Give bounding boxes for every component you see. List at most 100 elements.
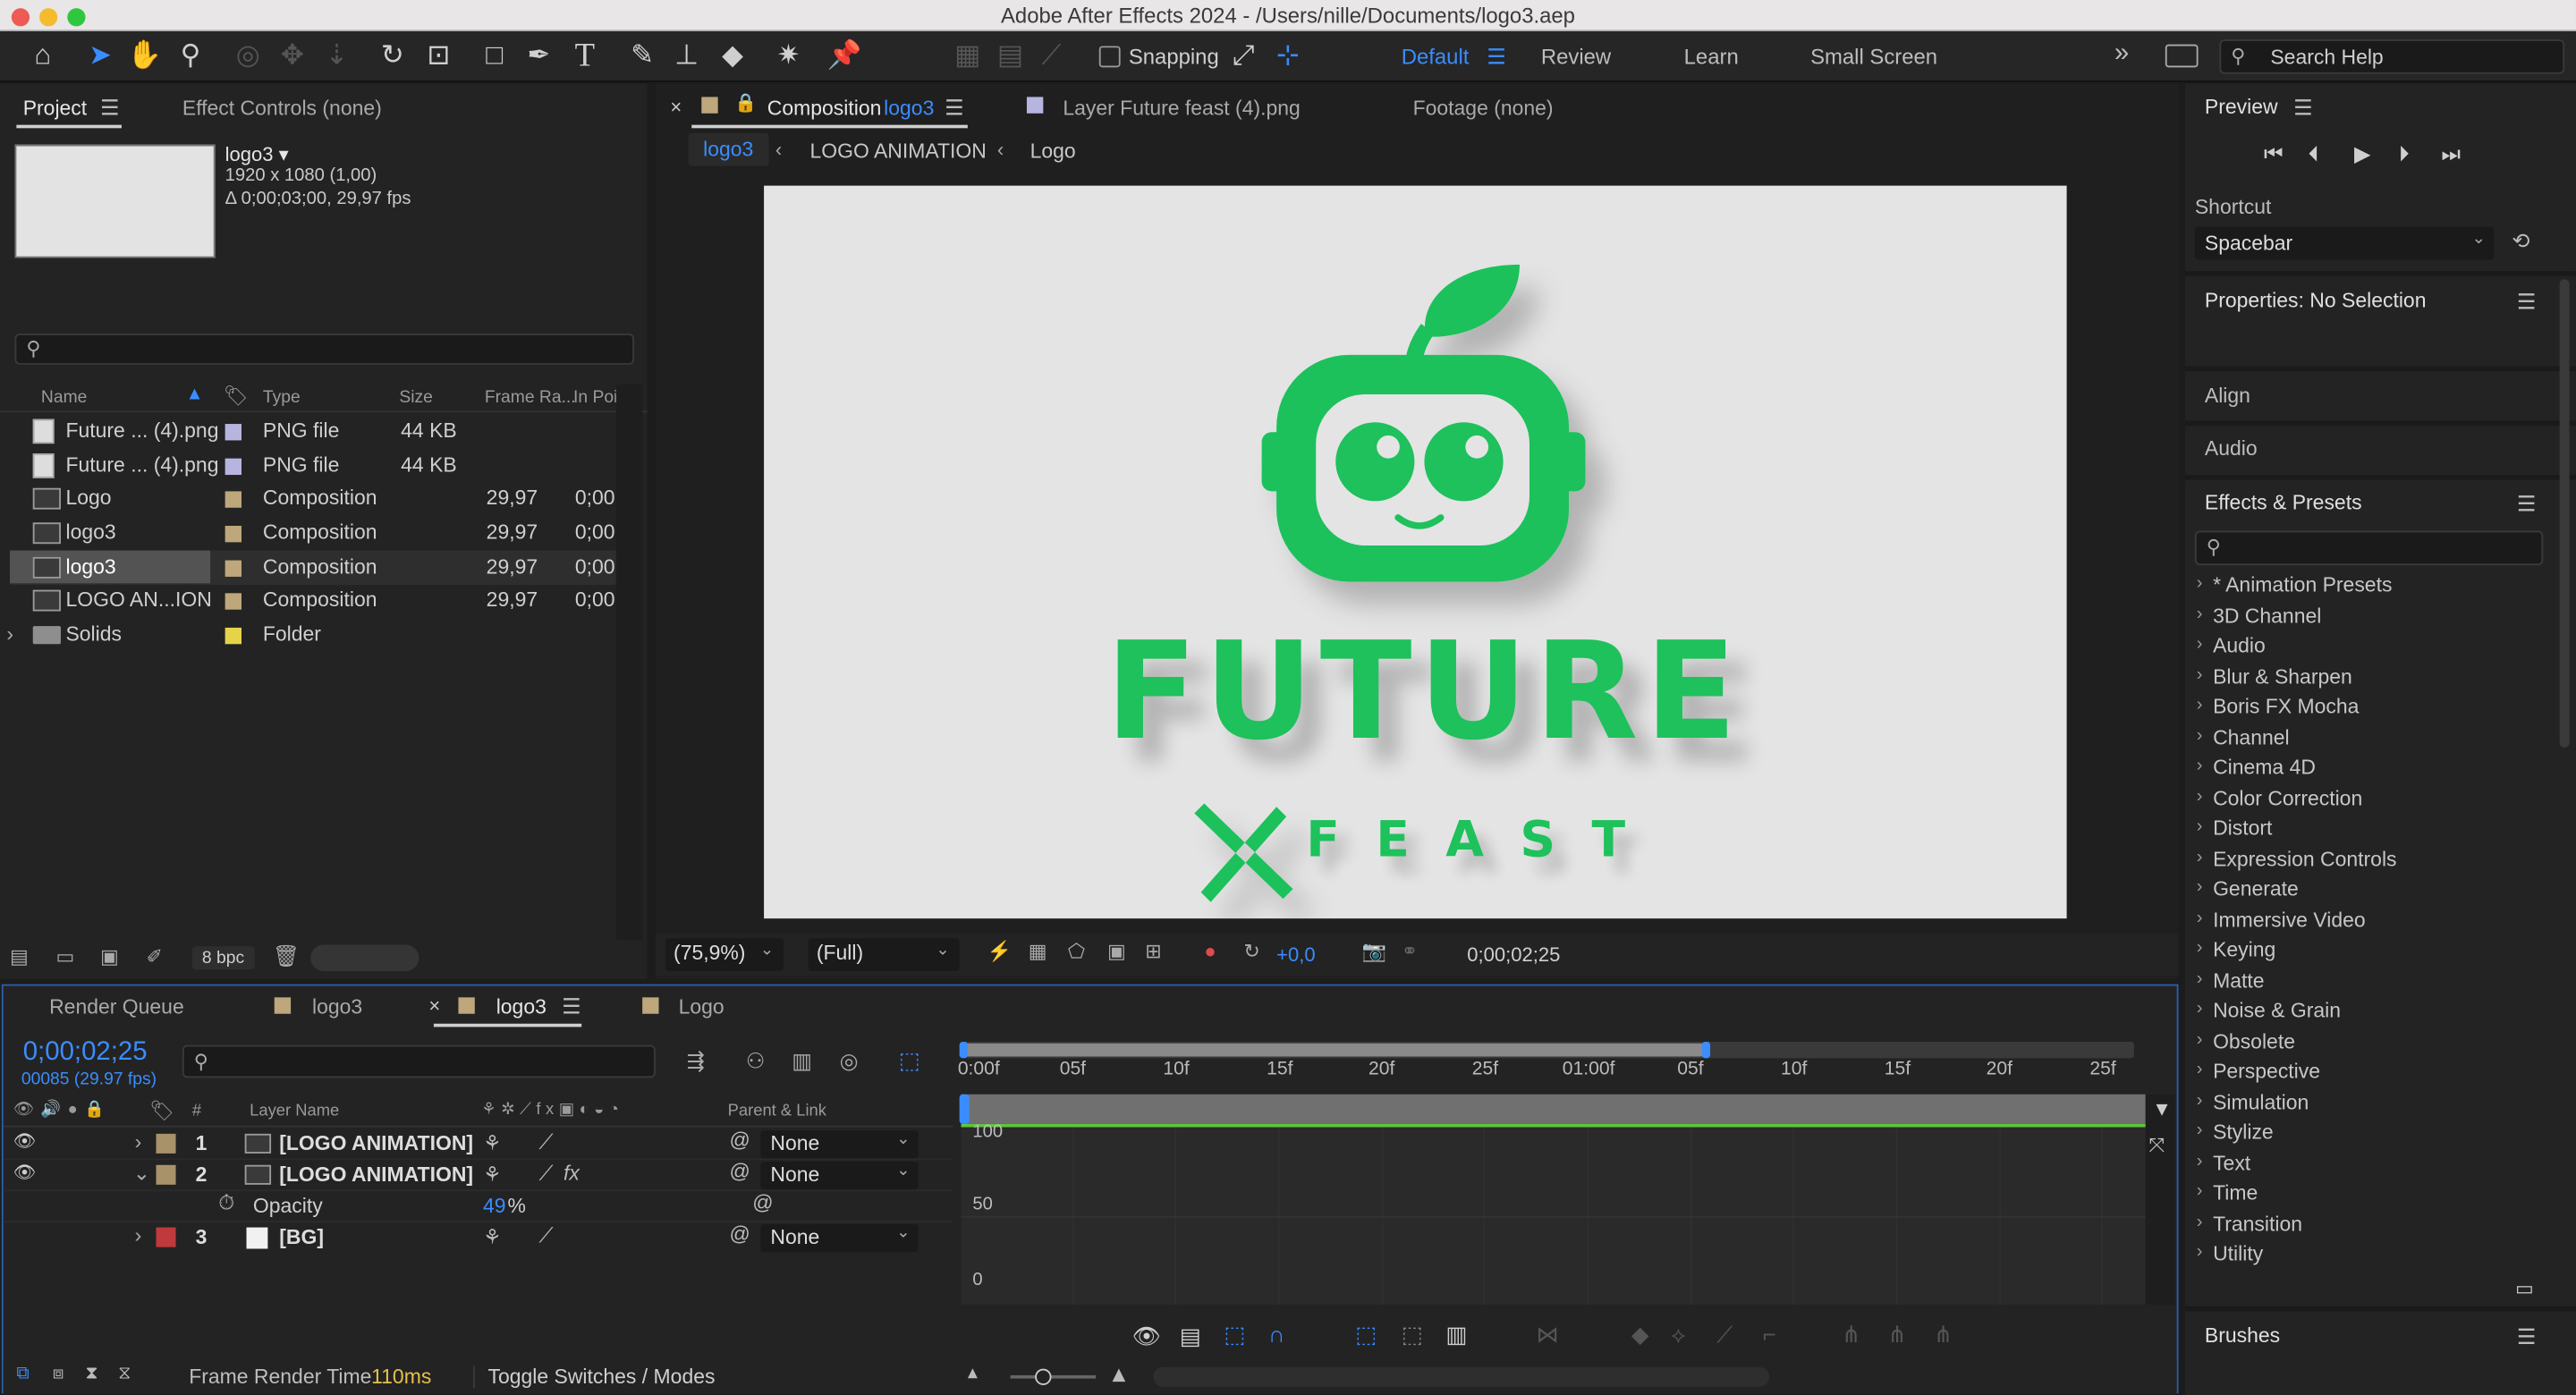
layer-label-color[interactable] [156,1227,176,1247]
align-grid-icon[interactable]: ▦ [948,36,987,75]
workspace-default[interactable]: Default [1402,45,1470,70]
graph-scroll-track[interactable] [2145,1094,2175,1305]
in-out-icon[interactable]: ⧗ [86,1364,98,1385]
lock-icon[interactable]: 🔒 [734,92,757,114]
breadcrumb-logo[interactable]: Logo [1030,140,1076,163]
layer-search-input[interactable]: ⚲ [182,1044,656,1078]
quality-icon[interactable]: ⟋ [538,1224,553,1249]
opacity-value[interactable]: 49 [483,1195,506,1218]
snap-target-icon[interactable]: ⊹ [1268,36,1308,75]
pen-tool-icon[interactable]: ✒ [519,36,558,75]
close-tab-icon[interactable]: × [428,994,440,1018]
rotation-tool-icon[interactable]: ↻ [373,36,412,75]
first-frame-icon[interactable]: ⏮ [2264,141,2283,167]
snap-icon[interactable]: ∩ [1268,1321,1284,1347]
label-tag-icon[interactable]: 🏷 [224,385,249,408]
bpc-toggle[interactable]: 8 bpc [191,946,255,970]
comp-marker-icon[interactable]: ▼ [2152,1097,2172,1120]
tab-layer[interactable]: Layer Future feast (4).png [1063,97,1300,120]
orbit-camera-icon[interactable]: ◎ [228,36,267,75]
channels-icon[interactable]: ● [1204,940,1216,963]
hand-tool-icon[interactable]: ✋ [125,36,165,75]
color-management-icon[interactable]: ↻ [1243,940,1259,963]
project-item-row[interactable]: LOGO AN...ION Composition 29,97 0;00 [10,583,640,618]
puppet-pin-icon[interactable]: 📌 [825,36,864,75]
tab-render-queue[interactable]: Render Queue [49,996,184,1019]
tab-project[interactable]: Project [23,97,87,120]
layer-label-color[interactable] [156,1164,176,1185]
collapse-transform-icon[interactable]: ⚘ [483,1224,502,1249]
snap-arrow-icon[interactable]: ⤢ [1224,36,1263,75]
breadcrumb-logo-animation[interactable]: LOGO ANIMATION [810,140,987,163]
rectangle-tool-icon[interactable]: □ [475,36,514,75]
parent-dropdown[interactable]: None ⌄ [760,1130,919,1159]
fast-previews-icon[interactable]: ⚡ [987,940,1012,963]
layer-name[interactable]: [BG] [279,1226,324,1249]
transform-box-icon[interactable]: ⬚ [1224,1321,1245,1348]
col-size[interactable]: Size [399,388,433,408]
time-ruler-bar[interactable] [961,1094,2146,1124]
tab-composition-label[interactable]: Composition [767,97,882,120]
interpret-footage-icon[interactable]: ▤ [10,945,29,968]
viewer-timecode[interactable]: 0;00;02;25 [1467,943,1560,967]
pickwhip-icon[interactable]: @ [730,1129,750,1152]
shortcut-dropdown[interactable]: Spacebar ⌄ [2194,226,2495,260]
graph-area[interactable]: 100 50 0 [961,1122,2146,1305]
separate-dimensions-icon[interactable]: ▥ [1445,1321,1467,1348]
layer-row[interactable]: › 3 [BG] ⚘ ⟋ @ None ⌄ [3,1221,953,1253]
tab-effect-controls[interactable]: Effect Controls (none) [182,97,382,120]
current-time-indicator[interactable] [959,1094,970,1124]
project-item-row[interactable]: Logo Composition 29,97 0;00 [10,481,640,516]
zoom-slider[interactable] [1010,1374,1097,1379]
zoom-window-button[interactable] [67,8,86,27]
layer-row[interactable]: 👁 › 1 [LOGO ANIMATION] ⚘ ⟋ @ None ⌄ [3,1129,953,1161]
bezier-out-icon[interactable]: ⋔ [1934,1321,1953,1348]
pickwhip-icon[interactable]: @ [730,1160,750,1183]
exposure-value[interactable]: +0,0 [1276,943,1316,967]
align-panel-title[interactable]: Align [2205,385,2250,408]
tab-timeline-logo3-a[interactable]: logo3 [312,996,362,1019]
col-layer-name[interactable]: Layer Name [250,1103,339,1120]
comp-flowchart-icon[interactable]: ⇶ [687,1048,705,1074]
tab-composition-name[interactable]: logo3 [884,97,934,120]
mask-visibility-icon[interactable]: ⬠ [1068,940,1085,963]
selected-item-name[interactable]: logo3 ▾ [225,143,289,166]
brushes-menu-icon[interactable]: ☰ [2517,1324,2536,1350]
expand-modes-icon[interactable]: ⧈ [53,1364,64,1385]
grid-guides-icon[interactable]: ⊞ [1145,940,1161,963]
label-color-swatch[interactable] [225,593,242,610]
pickwhip-icon[interactable]: @ [730,1222,750,1246]
fit-all-icon[interactable]: ⬚ [1402,1321,1423,1348]
label-color-swatch[interactable] [225,560,242,577]
magnification-dropdown[interactable]: (75,9%) ⌄ [665,938,784,971]
show-snapshot-icon[interactable]: ⚭ [1402,940,1418,963]
snapping-checkbox[interactable] [1098,46,1121,68]
resolution-dropdown[interactable]: (Full) ⌄ [808,938,960,971]
layer-row[interactable]: 👁 ⌄ 2 [LOGO ANIMATION] ⚘ ⟋ fx @ None ⌄ [3,1160,953,1192]
toggle-switches-modes[interactable]: Toggle Switches / Modes [472,1365,715,1389]
work-area-end-handle[interactable] [1701,1041,1711,1059]
close-comp-tab-icon[interactable]: × [670,96,682,119]
parent-dropdown[interactable]: None ⌄ [760,1162,919,1190]
label-color-swatch[interactable] [225,627,242,645]
home-icon[interactable]: ⌂ [23,36,63,75]
easy-ease-icon[interactable]: ⟋ [1716,1321,1733,1348]
project-item-row[interactable]: Future ... (4).png PNG file 44 KB [10,414,640,449]
new-preset-icon[interactable]: ▭ [2515,1277,2534,1300]
workspace-menu-icon[interactable]: ☰ [1487,45,1505,71]
project-item-row-selected[interactable]: logo3 Composition 29,97 0;00 [10,550,641,586]
region-of-interest-icon[interactable]: ▣ [1107,940,1126,963]
trash-icon[interactable]: 🗑 [273,943,300,969]
frame-blending-icon[interactable]: ▥ [792,1048,812,1074]
visibility-eye-icon[interactable]: 👁 [13,1130,37,1152]
next-frame-icon[interactable]: ⏵ [2399,141,2410,167]
right-scrollbar[interactable] [2559,279,2570,748]
play-icon[interactable]: ▶ [2354,141,2370,167]
expression-pickwhip-icon[interactable]: @ [752,1191,773,1214]
quality-icon[interactable]: ⟋ [538,1162,553,1187]
col-frame-rate[interactable]: Frame Ra... [485,388,576,408]
workspace-review[interactable]: Review [1541,45,1611,70]
brush-tool-icon[interactable]: ✎ [623,36,662,75]
fit-selection-icon[interactable]: ⬚ [1355,1321,1377,1348]
layer-name[interactable]: [LOGO ANIMATION] [279,1132,473,1155]
